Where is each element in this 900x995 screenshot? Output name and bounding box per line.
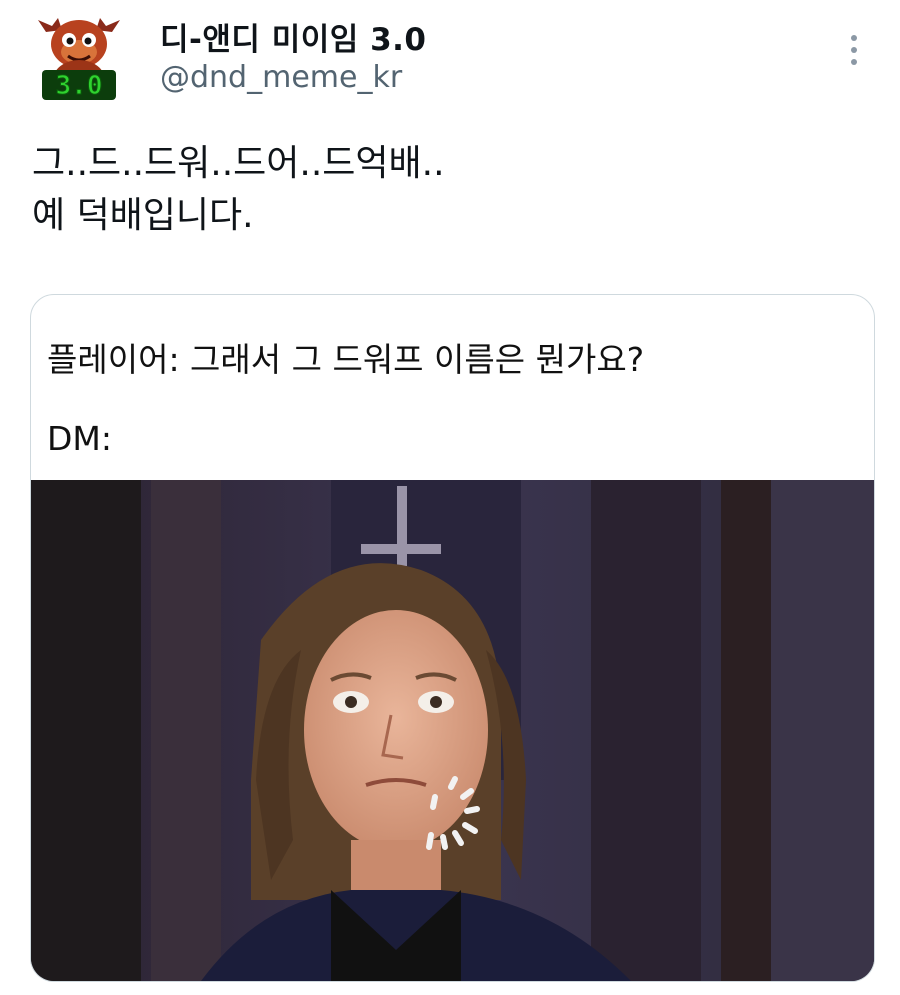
tweet-text: 그..드..드워..드어..드억배.. 예 덕배입니다. — [32, 143, 445, 236]
svg-text:3.0: 3.0 — [56, 71, 103, 101]
caption-line-player: 플레이어: 그래서 그 드워프 이름은 뭔가요? — [47, 340, 645, 379]
caption-line-dm: DM: — [47, 419, 113, 458]
display-name[interactable]: 디-앤디 미이임 3.0 — [160, 14, 427, 59]
more-options-icon-dot — [851, 47, 857, 53]
dragon-mascot-icon: 3.0 — [38, 18, 120, 102]
loading-spinner-icon — [426, 776, 480, 850]
handle[interactable]: @dnd_meme_kr — [160, 60, 402, 95]
avatar[interactable]: 3.0 — [36, 14, 122, 106]
meme-photo[interactable] — [31, 480, 874, 981]
more-options-button[interactable] — [838, 30, 870, 70]
media-card[interactable]: 플레이어: 그래서 그 드워프 이름은 뭔가요? DM: — [30, 294, 875, 982]
more-options-icon-dot — [851, 59, 857, 65]
more-options-icon — [851, 35, 857, 41]
